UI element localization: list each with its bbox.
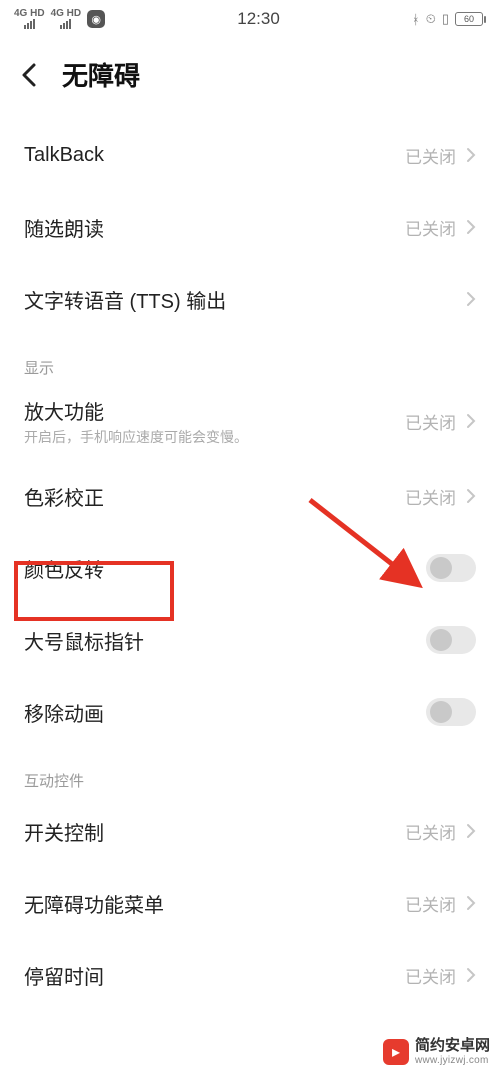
chevron-right-icon — [466, 147, 476, 163]
chevron-right-icon — [466, 895, 476, 911]
watermark-icon: ▸ — [383, 1039, 409, 1065]
chevron-right-icon — [466, 967, 476, 983]
status-bar: 4G HD 4G HD ◉ 12:30 ᚼ ⏲ ▯ 60 — [0, 0, 500, 38]
row-tts[interactable]: 文字转语音 (TTS) 输出 — [0, 263, 500, 335]
status-label: 已关闭 — [405, 143, 456, 168]
watermark-url: www.jyizwj.com — [415, 1055, 490, 1067]
status-label: 已关闭 — [405, 409, 456, 434]
status-label: 已关闭 — [405, 215, 456, 240]
bluetooth-icon: ᚼ — [412, 12, 420, 27]
page-title: 无障碍 — [62, 56, 140, 93]
row-title: 大号鼠标指针 — [24, 626, 144, 655]
row-large-cursor[interactable]: 大号鼠标指针 — [0, 604, 500, 676]
status-right: ᚼ ⏲ ▯ 60 — [412, 11, 486, 27]
row-title: 停留时间 — [24, 961, 104, 990]
row-color-correction[interactable]: 色彩校正 已关闭 — [0, 460, 500, 532]
back-icon[interactable] — [20, 61, 40, 89]
toggle-color-inversion[interactable] — [426, 554, 476, 582]
battery-level: 60 — [464, 14, 474, 24]
chevron-right-icon — [466, 219, 476, 235]
row-title: 放大功能 — [24, 396, 248, 425]
chevron-right-icon — [466, 413, 476, 429]
toggle-large-cursor[interactable] — [426, 626, 476, 654]
camera-icon: ◉ — [87, 10, 105, 28]
row-title: TalkBack — [24, 144, 104, 167]
row-dwell-time[interactable]: 停留时间 已关闭 — [0, 939, 500, 1011]
clock: 12:30 — [237, 9, 280, 29]
row-subtitle: 开启后，手机响应速度可能会变慢。 — [24, 427, 248, 447]
section-interact: 互动控件 — [0, 748, 500, 795]
row-title: 颜色反转 — [24, 554, 104, 583]
signal-2: 4G HD — [51, 9, 82, 29]
header: 无障碍 — [0, 38, 500, 119]
watermark-name: 简约安卓网 — [415, 1037, 490, 1054]
row-title: 随选朗读 — [24, 213, 104, 242]
row-title: 开关控制 — [24, 817, 104, 846]
row-title: 无障碍功能菜单 — [24, 889, 164, 918]
row-title: 文字转语音 (TTS) 输出 — [24, 285, 226, 314]
network-label-2: 4G HD — [51, 9, 82, 19]
status-label: 已关闭 — [405, 819, 456, 844]
battery-icon: 60 — [455, 12, 486, 26]
signal-1: 4G HD — [14, 9, 45, 29]
row-title: 色彩校正 — [24, 482, 104, 511]
section-display: 显示 — [0, 335, 500, 382]
row-magnify[interactable]: 放大功能 开启后，手机响应速度可能会变慢。 已关闭 — [0, 382, 500, 460]
signal-bars-icon — [24, 19, 35, 29]
chevron-right-icon — [466, 488, 476, 504]
row-select-speak[interactable]: 随选朗读 已关闭 — [0, 191, 500, 263]
chevron-right-icon — [466, 823, 476, 839]
chevron-right-icon — [466, 291, 476, 307]
row-a11y-menu[interactable]: 无障碍功能菜单 已关闭 — [0, 867, 500, 939]
row-talkback[interactable]: TalkBack 已关闭 — [0, 119, 500, 191]
signal-bars-icon — [60, 19, 71, 29]
alarm-icon: ⏲ — [426, 11, 436, 27]
status-left: 4G HD 4G HD ◉ — [14, 9, 105, 29]
row-remove-animation[interactable]: 移除动画 — [0, 676, 500, 748]
row-switch-control[interactable]: 开关控制 已关闭 — [0, 795, 500, 867]
toggle-remove-animation[interactable] — [426, 698, 476, 726]
status-label: 已关闭 — [405, 963, 456, 988]
watermark: ▸ 简约安卓网 www.jyizwj.com — [379, 1035, 494, 1068]
status-label: 已关闭 — [405, 484, 456, 509]
status-label: 已关闭 — [405, 891, 456, 916]
network-label-1: 4G HD — [14, 9, 45, 19]
vibrate-icon: ▯ — [442, 11, 449, 27]
row-color-inversion[interactable]: 颜色反转 — [0, 532, 500, 604]
row-title: 移除动画 — [24, 698, 104, 727]
